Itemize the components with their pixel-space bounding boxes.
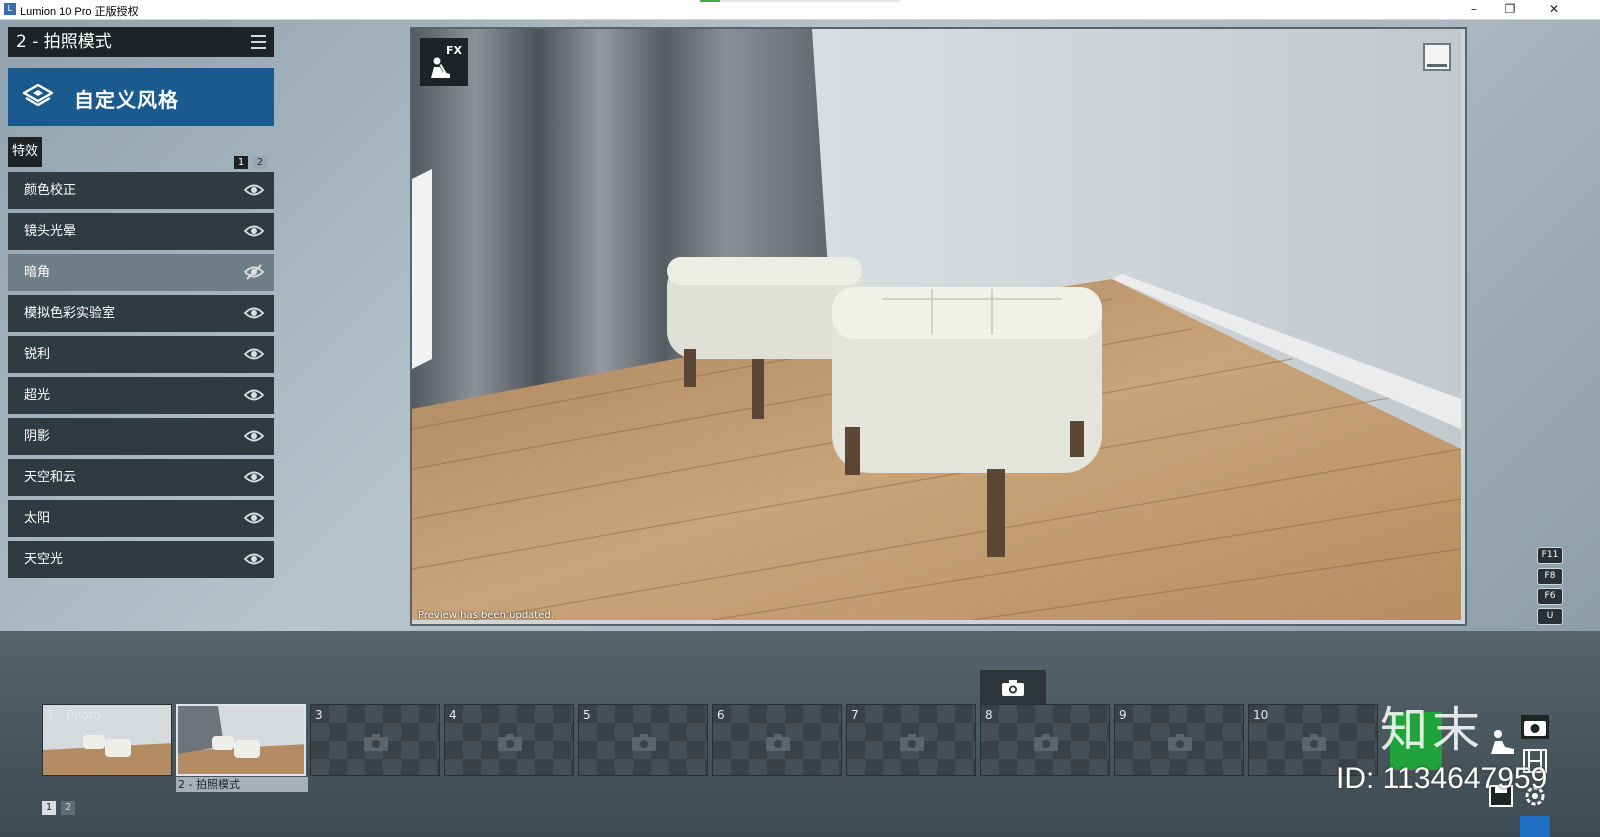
slot-number: 5 — [583, 708, 591, 722]
empty-photo-slot[interactable]: 3 — [310, 704, 440, 776]
effect-row[interactable]: 锐利 — [8, 336, 274, 373]
custom-style-button[interactable]: 自定义风格 — [8, 68, 274, 126]
camera-icon — [498, 734, 522, 751]
eye-off-icon[interactable] — [244, 264, 264, 280]
eye-icon[interactable] — [244, 510, 264, 526]
custom-style-label: 自定义风格 — [74, 88, 179, 112]
effect-row[interactable]: 天空和云 — [8, 459, 274, 496]
load-progress-bar — [700, 0, 900, 2]
slot-number: 1 - Photo — [47, 708, 101, 722]
watermark-id: ID: 1134647959 — [1336, 762, 1548, 795]
slot-number: 8 — [985, 708, 993, 722]
preview-status-text: Preview has been updated. — [418, 610, 554, 621]
eye-icon[interactable] — [244, 551, 264, 567]
empty-photo-slot[interactable]: 8 — [980, 704, 1110, 776]
tab-effects[interactable]: 特效 — [8, 137, 42, 167]
take-photo-button[interactable] — [980, 670, 1046, 704]
app-icon: L — [4, 3, 16, 15]
photo-slot-thumbnail[interactable]: 1 - Photo — [42, 704, 172, 776]
eye-icon[interactable] — [244, 305, 264, 321]
empty-photo-slot[interactable]: 4 — [444, 704, 574, 776]
shortcut-f6-button[interactable]: F6 — [1537, 588, 1563, 605]
title-bar: L Lumion 10 Pro 正版授权 – ❐ ✕ — [0, 0, 1600, 20]
strip-page-1[interactable]: 1 — [42, 801, 56, 815]
effect-label: 颜色校正 — [24, 183, 77, 198]
camera-icon — [900, 734, 924, 751]
window-title: Lumion 10 Pro 正版授权 — [20, 6, 139, 18]
watermark-logo: 知末 — [1380, 702, 1485, 758]
empty-photo-slot[interactable]: 6 — [712, 704, 842, 776]
scene-preview-image — [412, 29, 1461, 620]
effect-row[interactable]: 超光 — [8, 377, 274, 414]
eye-icon[interactable] — [244, 387, 264, 403]
strip-page-2[interactable]: 2 — [61, 801, 75, 815]
preview-viewport[interactable]: FX Preview has been updated. — [410, 27, 1467, 626]
effect-row[interactable]: 阴影 — [8, 418, 274, 455]
camera-icon — [766, 734, 790, 751]
effect-row[interactable]: 镜头光晕 — [8, 213, 274, 250]
eye-icon[interactable] — [244, 346, 264, 362]
effect-row[interactable]: 暗角 — [8, 254, 274, 291]
eye-icon[interactable] — [244, 469, 264, 485]
load-progress-fill — [700, 0, 720, 2]
camera-icon — [1168, 734, 1192, 751]
effect-row[interactable]: 天空光 — [8, 541, 274, 578]
effect-row[interactable]: 模拟色彩实验室 — [8, 295, 274, 332]
construction-worker-icon — [431, 57, 450, 78]
minimize-button[interactable]: – — [1456, 0, 1492, 19]
slot-number: 7 — [851, 708, 859, 722]
effect-label: 镜头光晕 — [24, 224, 77, 239]
slot-number: 10 — [1253, 708, 1269, 722]
photo-thumbnail-image — [178, 706, 304, 774]
effect-label: 超光 — [24, 388, 51, 403]
empty-photo-slot[interactable]: 5 — [578, 704, 708, 776]
construction-worker-icon[interactable] — [1488, 728, 1518, 756]
slot-number: 6 — [717, 708, 725, 722]
effect-label: 天空光 — [24, 552, 64, 567]
effects-page-2[interactable]: 2 — [253, 156, 267, 169]
camera-icon — [1302, 734, 1326, 751]
slot-number: 9 — [1119, 708, 1127, 722]
empty-photo-slot[interactable]: 9 — [1114, 704, 1244, 776]
selected-slot-caption: 2 - 拍照模式 — [176, 777, 308, 792]
effects-page-1[interactable]: 1 — [234, 156, 248, 169]
effect-label: 太阳 — [24, 511, 51, 526]
fullscreen-toggle[interactable] — [1423, 43, 1451, 71]
effect-label: 阴影 — [24, 429, 51, 444]
effect-label: 锐利 — [24, 347, 51, 362]
effect-row[interactable]: 颜色校正 — [8, 172, 274, 209]
fx-effects-button[interactable]: FX — [420, 38, 468, 86]
camera-mode-icon[interactable] — [1520, 714, 1550, 740]
effect-label: 天空和云 — [24, 470, 77, 485]
camera-icon — [1034, 734, 1058, 751]
effect-row[interactable]: 太阳 — [8, 500, 274, 537]
shortcut-f8-button[interactable]: F8 — [1537, 568, 1563, 585]
effect-label: 暗角 — [24, 265, 51, 280]
camera-icon — [1002, 680, 1024, 696]
help-chip[interactable] — [1520, 816, 1550, 837]
layers-icon — [22, 83, 54, 107]
restore-button[interactable]: ❐ — [1492, 0, 1528, 19]
effect-label: 模拟色彩实验室 — [24, 306, 116, 321]
close-button[interactable]: ✕ — [1536, 0, 1572, 19]
mode-title: 2 - 拍照模式 — [16, 32, 112, 52]
photo-slot-thumbnail[interactable] — [176, 704, 306, 776]
eye-icon[interactable] — [244, 223, 264, 239]
eye-icon[interactable] — [244, 182, 264, 198]
empty-photo-slot[interactable]: 7 — [846, 704, 976, 776]
menu-icon[interactable] — [251, 35, 266, 49]
mode-header: 2 - 拍照模式 — [8, 27, 274, 57]
camera-icon — [364, 734, 388, 751]
shortcut-u-button[interactable]: U — [1537, 608, 1563, 625]
slot-number: 4 — [449, 708, 457, 722]
shortcut-f11-button[interactable]: F11 — [1537, 547, 1563, 564]
camera-icon — [632, 734, 656, 751]
slot-number: 3 — [315, 708, 323, 722]
eye-icon[interactable] — [244, 428, 264, 444]
